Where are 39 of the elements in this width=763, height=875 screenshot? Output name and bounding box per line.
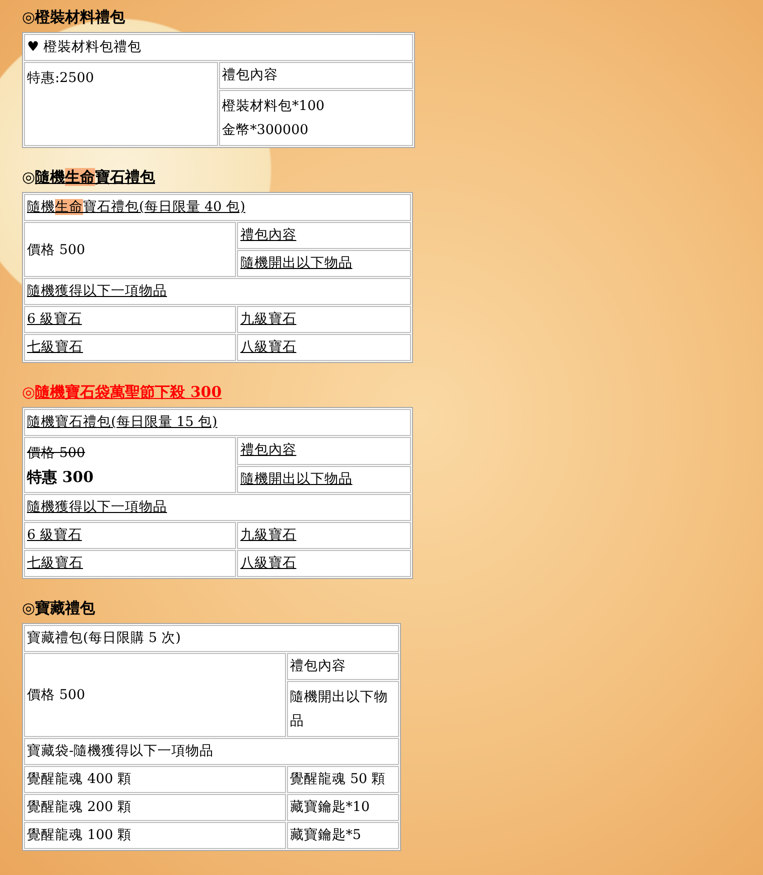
item-link[interactable]: 九級寶石	[240, 311, 296, 327]
price-text[interactable]: 價格 500	[27, 441, 234, 465]
price-text: 價格 500	[27, 686, 86, 705]
item-text: 覺醒龍魂 100 顆	[24, 822, 286, 849]
item-link[interactable]: 6 級寶石	[27, 311, 82, 327]
item-link[interactable]: 6 級寶石	[27, 527, 82, 543]
contents-text: 金幣*300000	[222, 121, 310, 140]
item-link[interactable]: 八級寶石	[240, 339, 296, 355]
contents-label: 禮包內容	[219, 62, 413, 89]
price-text: 特惠:2500	[27, 69, 95, 88]
contents-text: 隨機開出以下物品	[290, 688, 389, 731]
item-link[interactable]: 七級寶石	[27, 339, 83, 355]
heading-bullet: ◎	[22, 8, 36, 26]
heading-bullet: ◎	[22, 168, 36, 186]
package-title: ♥ 橙裝材料包禮包	[24, 34, 413, 61]
package-title: 寶藏禮包(每日限購 5 次)	[24, 625, 399, 652]
contents-label-link[interactable]: 禮包內容	[240, 442, 296, 458]
item-text: 覺醒龍魂 200 顆	[24, 794, 286, 821]
contents-text: 橙裝材料包*100	[222, 97, 326, 116]
contents-label: 禮包內容	[286, 653, 399, 680]
item-text: 覺醒龍魂 400 顆	[24, 766, 286, 793]
heading-bullet: ◎	[22, 599, 36, 617]
contents-link[interactable]: 隨機開出以下物品	[240, 470, 352, 486]
list-title-link[interactable]: 隨機獲得以下一項物品	[27, 283, 167, 299]
section-title: 寶藏禮包	[35, 599, 96, 618]
heading-bullet: ◎	[22, 383, 36, 401]
price-text[interactable]: 特惠 300	[27, 465, 234, 489]
section-title: 橙裝材料禮包	[35, 8, 126, 27]
item-text: 覺醒龍魂 50 顆	[286, 766, 399, 793]
item-link[interactable]: 八級寶石	[240, 555, 296, 571]
item-text: 藏寶鑰匙*10	[286, 794, 399, 821]
contents-label-link[interactable]: 禮包內容	[240, 227, 296, 243]
item-link[interactable]: 七級寶石	[27, 555, 83, 571]
item-text: 藏寶鑰匙*5	[286, 822, 399, 849]
contents-link[interactable]: 隨機開出以下物品	[240, 255, 352, 271]
price-text[interactable]: 價格 500	[27, 238, 234, 262]
list-title: 寶藏袋-隨機獲得以下一項物品	[24, 738, 399, 765]
item-link[interactable]: 九級寶石	[240, 527, 296, 543]
list-title-link[interactable]: 隨機獲得以下一項物品	[27, 499, 167, 515]
